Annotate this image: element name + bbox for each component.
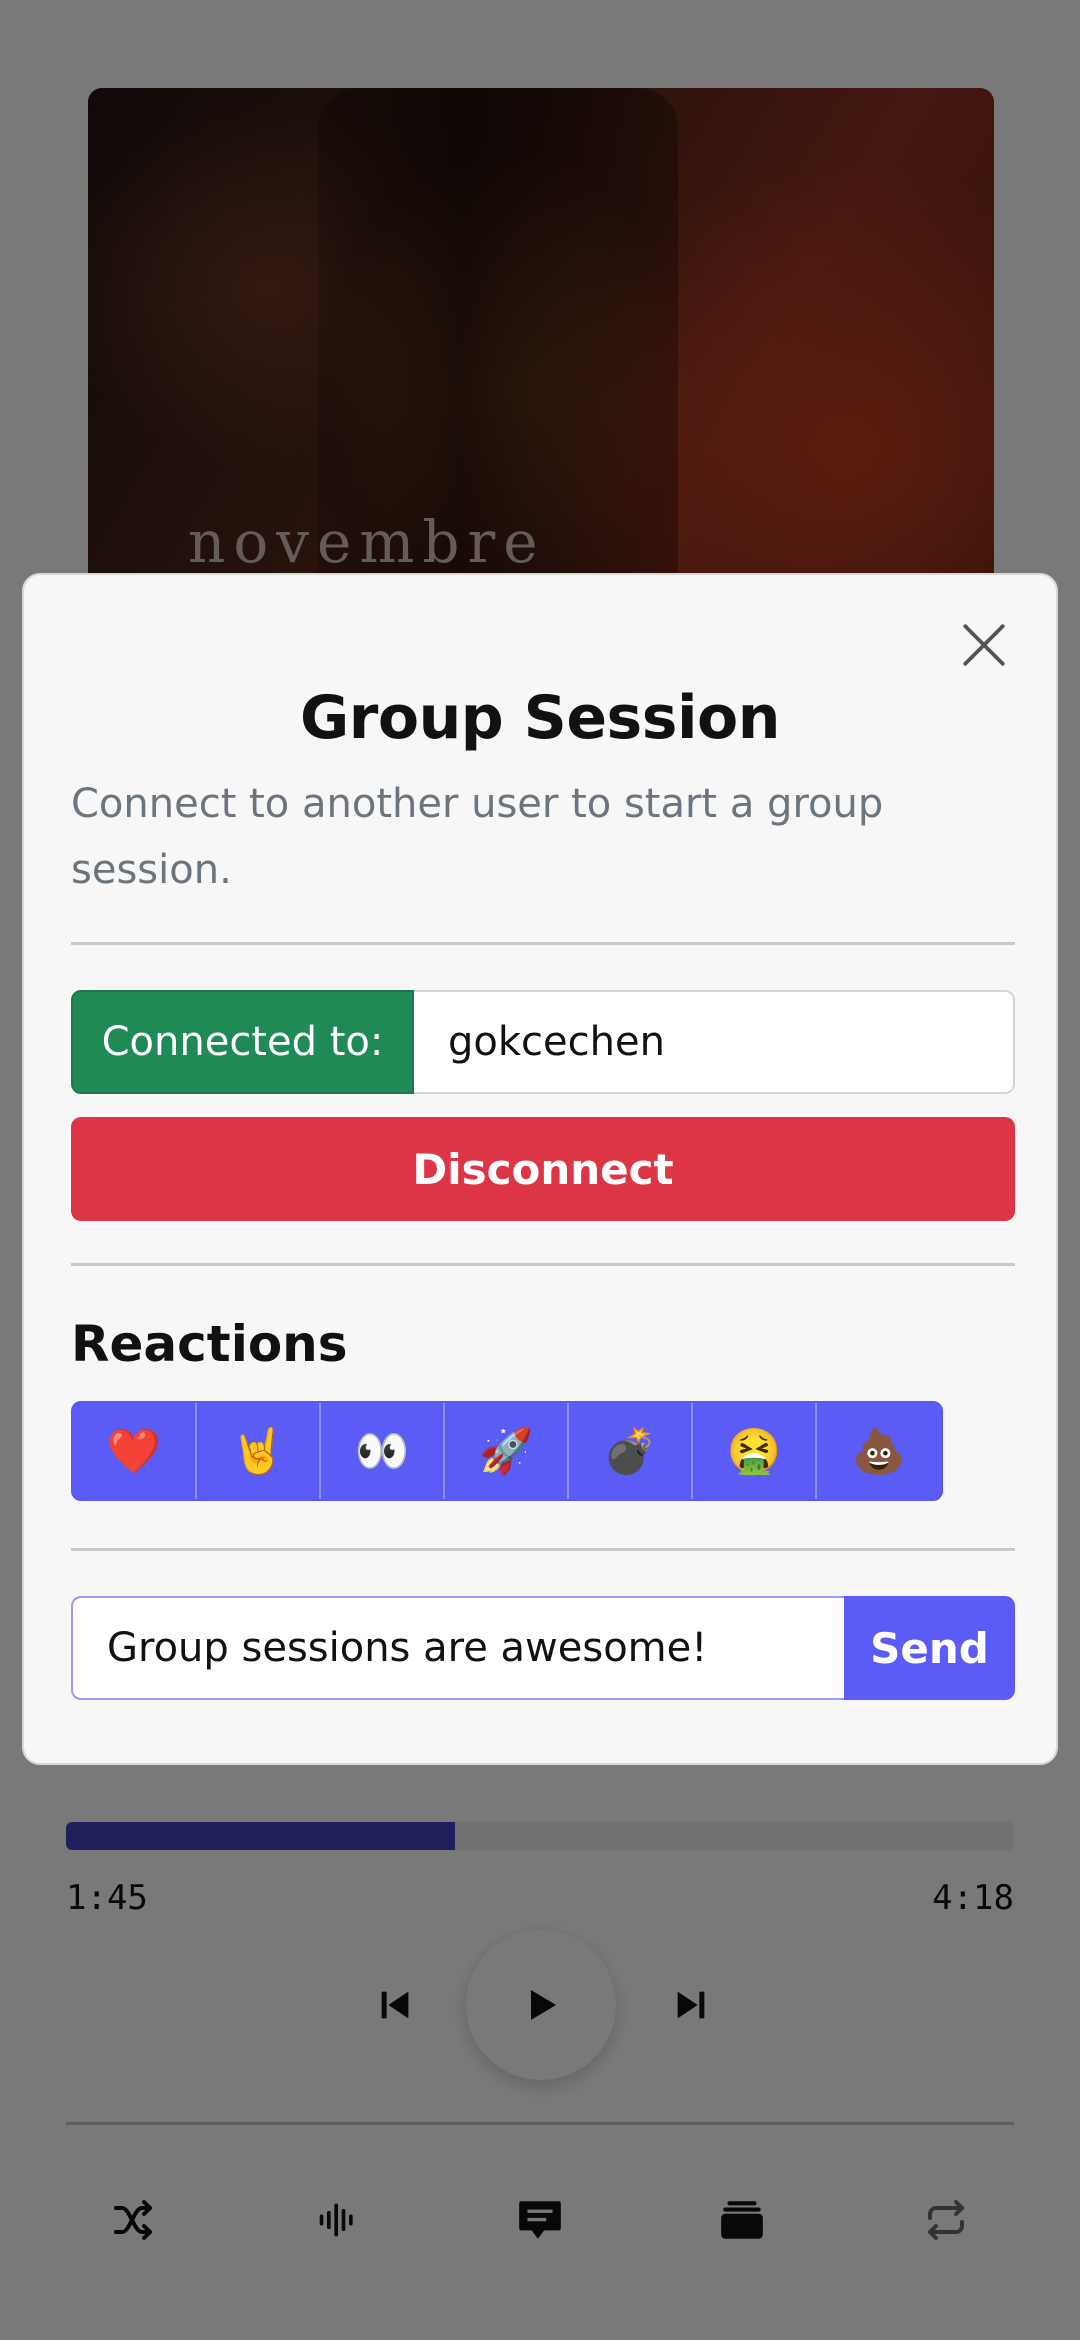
close-icon [963,624,1005,666]
connection-status: Connected to: gokcechen [71,990,1015,1094]
reaction-bomb-button[interactable]: 💣 [569,1403,693,1499]
modal-subtitle: Connect to another user to start a group… [71,781,884,893]
reactions-bar: ❤️ 🤘 👀 🚀 💣 🤮 💩 [71,1401,943,1501]
divider [71,1263,1015,1266]
reaction-vomit-button[interactable]: 🤮 [693,1403,817,1499]
reaction-eyes-button[interactable]: 👀 [321,1403,445,1499]
divider [71,942,1015,945]
modal-title: Group Session [300,683,780,753]
reaction-heart-button[interactable]: ❤️ [73,1403,197,1499]
reaction-rock-button[interactable]: 🤘 [197,1403,321,1499]
send-button[interactable]: Send [844,1596,1015,1700]
reaction-poop-button[interactable]: 💩 [817,1403,941,1499]
message-input[interactable]: Group sessions are awesome! [71,1596,844,1700]
connected-label: Connected to: [71,990,414,1094]
message-composer: Group sessions are awesome! Send [71,1596,1015,1700]
divider [71,1548,1015,1551]
group-session-modal: Group Session Connect to another user to… [22,573,1058,1765]
connected-user-field: gokcechen [414,990,1015,1094]
reaction-rocket-button[interactable]: 🚀 [445,1403,569,1499]
disconnect-button[interactable]: Disconnect [71,1117,1015,1221]
close-button[interactable] [954,615,1014,675]
reactions-title: Reactions [71,1315,348,1373]
